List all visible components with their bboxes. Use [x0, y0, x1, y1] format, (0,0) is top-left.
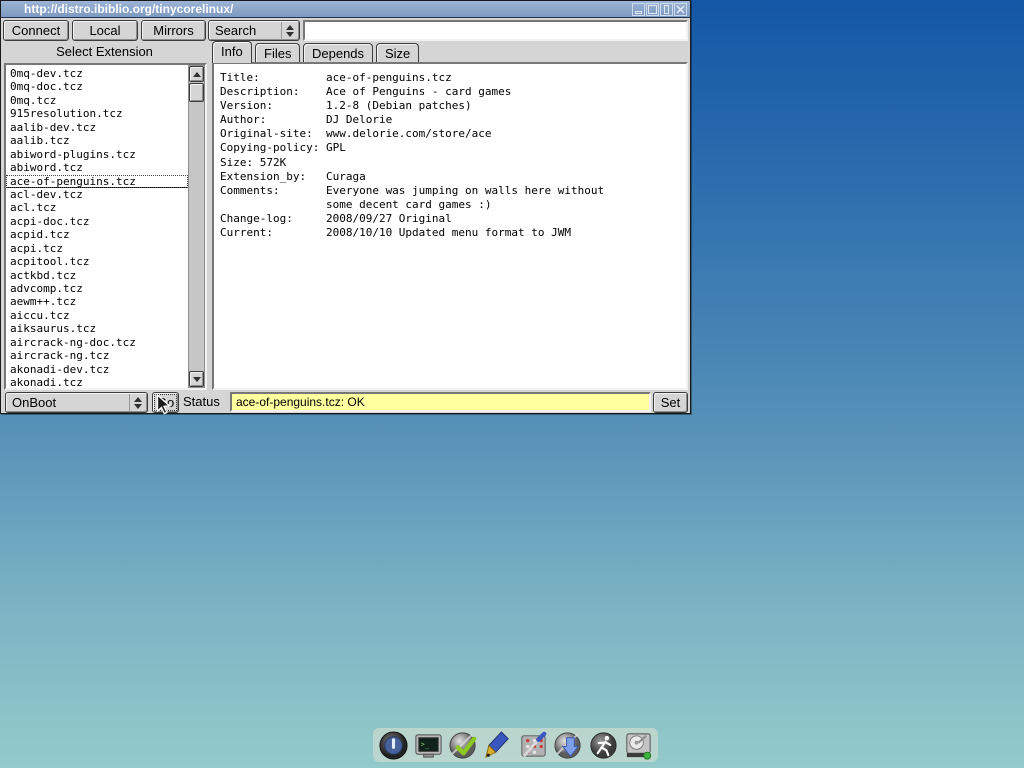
tab[interactable]: Depends — [303, 43, 373, 63]
scrollbar-thumb[interactable] — [189, 83, 204, 102]
list-item[interactable]: 0mq-dev.tcz — [6, 67, 188, 80]
mirrors-button[interactable]: Mirrors — [141, 20, 206, 41]
list-item[interactable]: aircrack-ng.tcz — [6, 349, 188, 362]
list-item[interactable]: acpi.tcz — [6, 242, 188, 255]
info-line: Current: 2008/10/10 Updated menu format … — [220, 226, 686, 240]
titlebar[interactable]: http://distro.ibiblio.org/tinycorelinux/ — [1, 1, 690, 18]
list-item[interactable]: ace-of-penguins.tcz — [6, 175, 188, 188]
down-arrow-icon — [193, 377, 201, 382]
list-item[interactable]: acl.tcz — [6, 201, 188, 214]
list-scrollbar[interactable] — [188, 65, 205, 388]
dock: >_ — [373, 728, 658, 762]
minimize-icon — [635, 11, 642, 14]
list-item[interactable]: akonadi-dev.tcz — [6, 363, 188, 376]
info-line: Copying-policy: GPL — [220, 141, 686, 155]
search-mode-dropdown[interactable]: Search — [208, 20, 300, 41]
list-item[interactable]: acpid.tcz — [6, 228, 188, 241]
info-line: Title: ace-of-penguins.tcz — [220, 71, 686, 85]
list-item[interactable]: aewm++.tcz — [6, 295, 188, 308]
tab[interactable]: Info — [212, 41, 252, 63]
info-line: Author: DJ Delorie — [220, 113, 686, 127]
info-line: Comments: Everyone was jumping on walls … — [220, 184, 686, 198]
updown-arrows-icon — [129, 394, 145, 411]
go-button[interactable]: Go — [152, 392, 179, 413]
list-item[interactable]: actkbd.tcz — [6, 269, 188, 282]
tab[interactable]: Size — [376, 43, 419, 63]
list-item[interactable]: 0mq.tcz — [6, 94, 188, 107]
info-panel: Title: ace-of-penguins.tczDescription: A… — [212, 62, 688, 390]
control-panel-icon[interactable] — [517, 729, 550, 761]
list-item[interactable]: 0mq-doc.tcz — [6, 80, 188, 93]
svg-text:>_: >_ — [420, 740, 429, 748]
info-line: Description: Ace of Penguins - card game… — [220, 85, 686, 99]
list-item[interactable]: abiword.tcz — [6, 161, 188, 174]
power-icon[interactable] — [377, 729, 410, 761]
onboot-dropdown[interactable]: OnBoot — [5, 392, 148, 413]
scroll-up-button[interactable] — [189, 66, 204, 82]
info-line: Original-site: www.delorie.com/store/ace — [220, 127, 686, 141]
maximize-button[interactable] — [646, 3, 659, 16]
list-item[interactable]: aiccu.tcz — [6, 309, 188, 322]
search-mode-value: Search — [209, 21, 281, 40]
close-icon — [676, 5, 685, 14]
list-item[interactable]: 915resolution.tcz — [6, 107, 188, 120]
search-input[interactable] — [303, 20, 688, 41]
list-item[interactable]: aalib-dev.tcz — [6, 121, 188, 134]
desktop: { "window": { "title": "http://distro.ib… — [0, 0, 1024, 768]
list-item[interactable]: aalib.tcz — [6, 134, 188, 147]
status-field[interactable] — [230, 392, 651, 412]
shade-icon — [664, 5, 669, 14]
set-button[interactable]: Set — [653, 392, 688, 413]
apps-icon[interactable] — [447, 729, 480, 761]
info-line: some decent card games :) — [220, 198, 686, 212]
window-controls — [632, 3, 687, 16]
status-label: Status — [183, 394, 220, 409]
window-title: http://distro.ibiblio.org/tinycorelinux/ — [1, 2, 233, 16]
info-line: Change-log: 2008/09/27 Original — [220, 212, 686, 226]
scroll-down-button[interactable] — [189, 371, 204, 387]
minimize-button[interactable] — [632, 3, 645, 16]
editor-icon[interactable] — [482, 729, 515, 761]
list-item[interactable]: aircrack-ng-doc.tcz — [6, 336, 188, 349]
list-item[interactable]: abiword-plugins.tcz — [6, 148, 188, 161]
info-line: Size: 572K — [220, 156, 686, 170]
info-line: Extension_by: Curaga — [220, 170, 686, 184]
updown-arrows-icon — [281, 22, 297, 39]
list-item[interactable]: aiksaurus.tcz — [6, 322, 188, 335]
connect-button[interactable]: Connect — [3, 20, 69, 41]
list-header: Select Extension — [1, 44, 208, 60]
apps-audit-icon[interactable] — [552, 729, 585, 761]
onboot-value: OnBoot — [6, 393, 129, 412]
local-button[interactable]: Local — [72, 20, 138, 41]
terminal-icon[interactable]: >_ — [412, 729, 445, 761]
list-item[interactable]: acpi-doc.tcz — [6, 215, 188, 228]
appbrowser-window: http://distro.ibiblio.org/tinycorelinux/… — [0, 0, 691, 414]
tab[interactable]: Files — [255, 43, 300, 63]
up-arrow-icon — [193, 72, 201, 77]
mount-icon[interactable] — [622, 729, 655, 761]
shade-button[interactable] — [660, 3, 673, 16]
maximize-icon — [648, 5, 657, 14]
extension-list-items: 0mq-dev.tcz0mq-doc.tcz0mq.tcz915resoluti… — [6, 65, 188, 388]
list-item[interactable]: akonadi.tcz — [6, 376, 188, 388]
close-button[interactable] — [674, 3, 687, 16]
run-icon[interactable] — [587, 729, 620, 761]
info-line: Version: 1.2-8 (Debian patches) — [220, 99, 686, 113]
list-item[interactable]: acpitool.tcz — [6, 255, 188, 268]
extension-list: 0mq-dev.tcz0mq-doc.tcz0mq.tcz915resoluti… — [4, 63, 207, 390]
list-item[interactable]: acl-dev.tcz — [6, 188, 188, 201]
list-item[interactable]: advcomp.tcz — [6, 282, 188, 295]
